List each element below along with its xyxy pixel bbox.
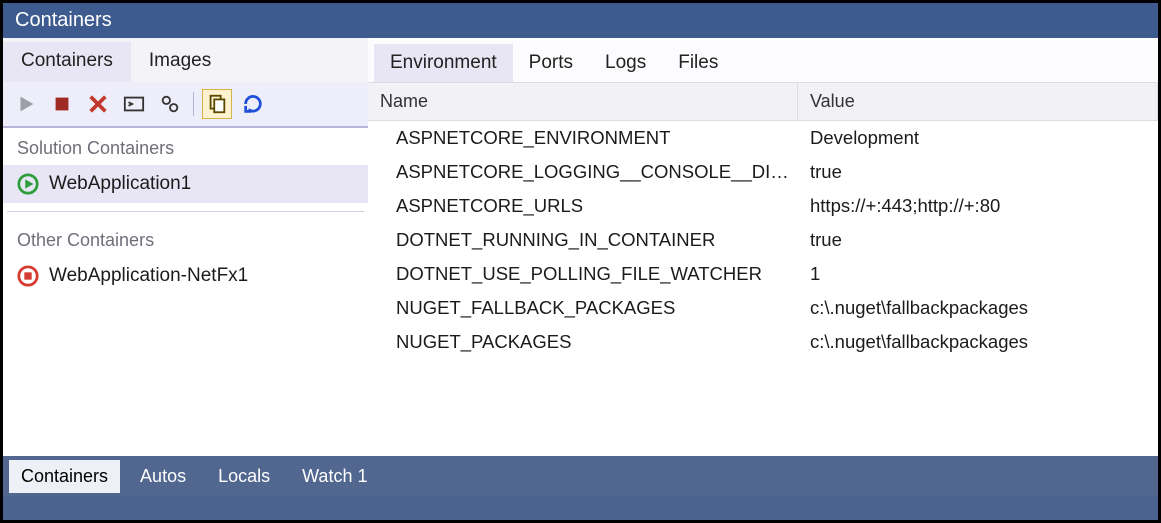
copy-icon[interactable]	[202, 89, 232, 119]
left-tabstrip: Containers Images	[3, 38, 368, 82]
env-row[interactable]: NUGET_PACKAGESc:\.nuget\fallbackpackages	[368, 325, 1158, 359]
env-value: Development	[798, 127, 1158, 149]
column-header-name[interactable]: Name	[368, 83, 798, 120]
section-divider	[7, 211, 364, 212]
tool-tab-autos[interactable]: Autos	[128, 460, 198, 493]
status-running-icon	[17, 173, 39, 195]
tool-tab-watch1[interactable]: Watch 1	[290, 460, 379, 493]
tab-ports[interactable]: Ports	[513, 44, 589, 82]
column-header-value[interactable]: Value	[798, 83, 1158, 120]
env-name: ASPNETCORE_URLS	[368, 195, 798, 217]
tab-containers[interactable]: Containers	[3, 42, 131, 82]
env-grid-header: Name Value	[368, 82, 1158, 121]
tab-logs[interactable]: Logs	[589, 44, 662, 82]
container-toolbar	[3, 82, 368, 128]
bottom-tabstrip: Containers Autos Locals Watch 1	[3, 456, 1158, 496]
env-row[interactable]: ASPNETCORE_ENVIRONMENTDevelopment	[368, 121, 1158, 155]
window-title: Containers	[15, 9, 112, 31]
settings-icon[interactable]	[155, 89, 185, 119]
env-row[interactable]: ASPNETCORE_LOGGING__CONSOLE__DISA...true	[368, 155, 1158, 189]
play-icon[interactable]	[11, 89, 41, 119]
section-solution-label: Solution Containers	[3, 128, 368, 165]
container-item-webapplication-netfx1[interactable]: WebApplication-NetFx1	[3, 257, 368, 295]
container-item-webapplication1[interactable]: WebApplication1	[3, 165, 368, 203]
toolbar-separator	[193, 92, 194, 116]
env-row[interactable]: ASPNETCORE_URLShttps://+:443;http://+:80	[368, 189, 1158, 223]
tab-images[interactable]: Images	[131, 42, 229, 82]
env-value: c:\.nuget\fallbackpackages	[798, 297, 1158, 319]
window-titlebar: Containers	[3, 3, 1158, 38]
status-stopped-icon	[17, 265, 39, 287]
container-list-panel: Containers Images	[3, 38, 368, 456]
env-value: https://+:443;http://+:80	[798, 195, 1158, 217]
container-item-label: WebApplication1	[49, 173, 191, 195]
env-name: DOTNET_USE_POLLING_FILE_WATCHER	[368, 263, 798, 285]
section-other-label: Other Containers	[3, 220, 368, 257]
env-row[interactable]: NUGET_FALLBACK_PACKAGESc:\.nuget\fallbac…	[368, 291, 1158, 325]
remove-icon[interactable]	[83, 89, 113, 119]
refresh-icon[interactable]	[238, 89, 268, 119]
env-grid-body: ASPNETCORE_ENVIRONMENTDevelopment ASPNET…	[368, 121, 1158, 456]
tool-tab-containers[interactable]: Containers	[9, 460, 120, 493]
container-item-label: WebApplication-NetFx1	[49, 265, 248, 287]
details-tabstrip: Environment Ports Logs Files	[368, 38, 1158, 82]
env-name: DOTNET_RUNNING_IN_CONTAINER	[368, 229, 798, 251]
env-name: ASPNETCORE_ENVIRONMENT	[368, 127, 798, 149]
stop-icon[interactable]	[47, 89, 77, 119]
env-name: NUGET_PACKAGES	[368, 331, 798, 353]
env-name: NUGET_FALLBACK_PACKAGES	[368, 297, 798, 319]
env-value: c:\.nuget\fallbackpackages	[798, 331, 1158, 353]
env-value: 1	[798, 263, 1158, 285]
details-panel: Environment Ports Logs Files Name Value …	[368, 38, 1158, 456]
env-row[interactable]: DOTNET_RUNNING_IN_CONTAINERtrue	[368, 223, 1158, 257]
terminal-icon[interactable]	[119, 89, 149, 119]
env-value: true	[798, 229, 1158, 251]
tab-files[interactable]: Files	[662, 44, 734, 82]
env-value: true	[798, 161, 1158, 183]
env-row[interactable]: DOTNET_USE_POLLING_FILE_WATCHER1	[368, 257, 1158, 291]
env-name: ASPNETCORE_LOGGING__CONSOLE__DISA...	[368, 161, 798, 183]
tab-environment[interactable]: Environment	[374, 44, 513, 82]
tool-tab-locals[interactable]: Locals	[206, 460, 282, 493]
